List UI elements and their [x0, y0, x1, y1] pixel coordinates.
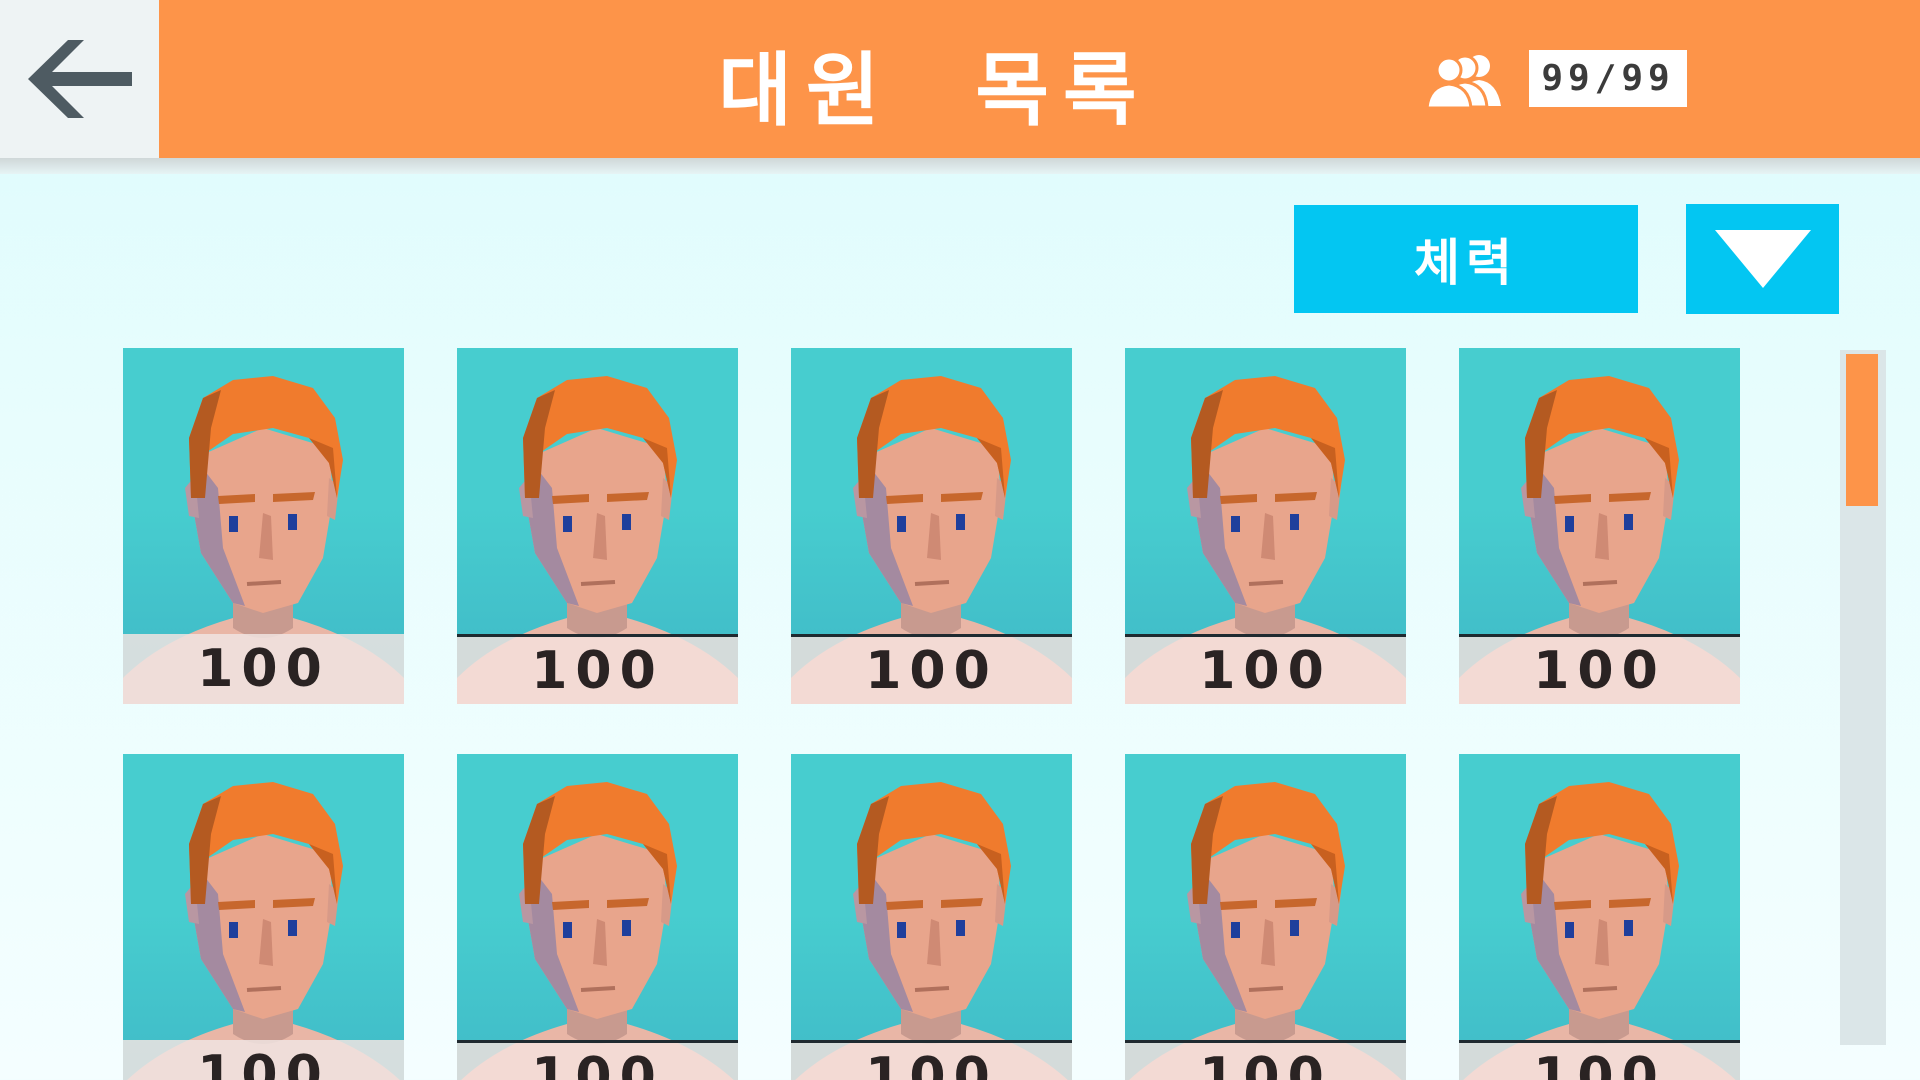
- crew-stat-value: 100: [123, 1040, 404, 1080]
- crew-card[interactable]: 100: [791, 348, 1072, 704]
- member-count: 99/99: [1529, 50, 1687, 107]
- crew-stat-value: 100: [457, 634, 738, 704]
- crew-card[interactable]: 100: [1459, 754, 1740, 1080]
- sort-button[interactable]: 체력: [1294, 205, 1638, 313]
- arrow-left-icon: [27, 40, 132, 118]
- triangle-down-icon: [1714, 230, 1811, 288]
- character-portrait: [795, 782, 1068, 1080]
- crew-stat-value: 100: [791, 1040, 1072, 1080]
- character-portrait: [127, 782, 400, 1080]
- crew-card[interactable]: 100: [457, 754, 738, 1080]
- crew-stat-value: 100: [1125, 634, 1406, 704]
- crew-stat-value: 100: [791, 634, 1072, 704]
- group-icon: [1425, 54, 1501, 108]
- crew-card[interactable]: 100: [123, 348, 404, 704]
- crew-card[interactable]: 100: [791, 754, 1072, 1080]
- crew-stat-value: 100: [123, 634, 404, 704]
- crew-grid: 100 100 100 100 100 100 100 100 100 100: [123, 348, 1740, 1080]
- crew-card[interactable]: 100: [1459, 348, 1740, 704]
- crew-card[interactable]: 100: [1125, 348, 1406, 704]
- crew-stat-value: 100: [1125, 1040, 1406, 1080]
- character-portrait: [1463, 782, 1736, 1080]
- crew-card[interactable]: 100: [1125, 754, 1406, 1080]
- scrollbar-track[interactable]: [1840, 350, 1886, 1045]
- crew-card[interactable]: 100: [457, 348, 738, 704]
- crew-stat-value: 100: [1459, 1040, 1740, 1080]
- header-divider: [0, 158, 1920, 174]
- back-button[interactable]: [0, 0, 159, 158]
- crew-stat-value: 100: [457, 1040, 738, 1080]
- sort-dropdown-button[interactable]: [1686, 204, 1839, 314]
- crew-stat-value: 100: [1459, 634, 1740, 704]
- character-portrait: [461, 782, 734, 1080]
- crew-card[interactable]: 100: [123, 754, 404, 1080]
- scrollbar-thumb[interactable]: [1846, 354, 1878, 506]
- character-portrait: [1129, 782, 1402, 1080]
